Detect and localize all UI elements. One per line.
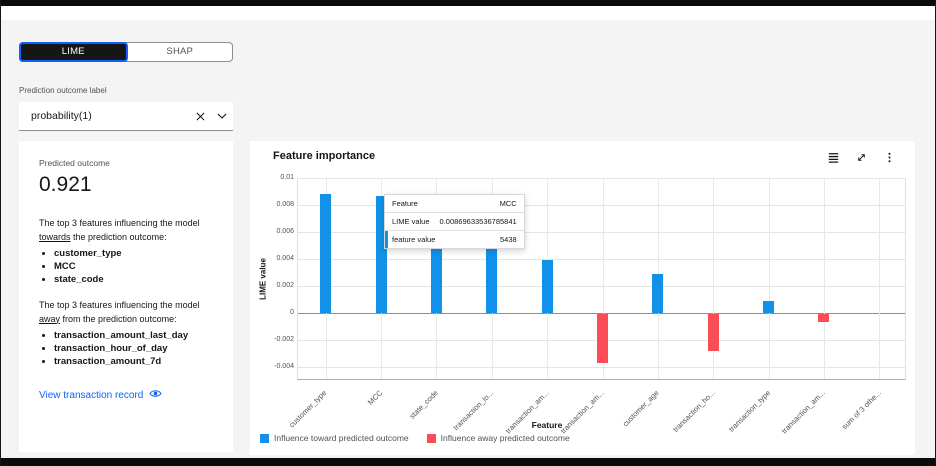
legend-swatch-icon bbox=[426, 433, 436, 443]
y-tick-label: 0.006 bbox=[276, 227, 294, 235]
x-tick-label: customer_type bbox=[287, 388, 329, 430]
bar-transaction_lo...[interactable] bbox=[486, 243, 498, 313]
prediction-outcome-label: Prediction outcome label bbox=[19, 86, 107, 95]
y-tick-label: -0.004 bbox=[274, 362, 294, 370]
chevron-down-icon[interactable] bbox=[211, 113, 233, 119]
x-tick-label: MCC bbox=[365, 388, 385, 407]
dropdown-selected-value: probability(1) bbox=[31, 110, 92, 122]
y-tick-label: -0.002 bbox=[274, 335, 294, 343]
feature-list-item: MCC bbox=[54, 261, 213, 272]
feature-list-item: transaction_amount_last_day bbox=[54, 330, 213, 341]
window-top-bar bbox=[1, 0, 935, 6]
chart-title: Feature importance bbox=[273, 150, 376, 162]
legend-item[interactable]: Influence away predicted outcome bbox=[426, 433, 570, 443]
tooltip-label: feature value bbox=[392, 235, 436, 244]
prediction-summary-card: Predicted outcome 0.921 The top 3 featur… bbox=[19, 141, 233, 452]
towards-description: The top 3 features influencing the model… bbox=[39, 218, 200, 242]
feature-importance-card: Feature importance LIME value 0.01 0.008… bbox=[250, 141, 915, 455]
legend-label: Influence away predicted outcome bbox=[440, 433, 570, 443]
app-window: LIME SHAP Prediction outcome label proba… bbox=[0, 0, 936, 466]
bar-transaction_am...[interactable] bbox=[597, 313, 608, 364]
tooltip-value: 5438 bbox=[500, 235, 517, 244]
maximize-icon[interactable] bbox=[851, 147, 871, 167]
x-axis-title: Feature bbox=[531, 420, 563, 430]
legend-label: Influence toward predicted outcome bbox=[274, 433, 409, 443]
tooltip-row-lime-value: LIME value 0.00869633536785841 bbox=[385, 213, 524, 231]
tooltip-label: LIME value bbox=[392, 217, 430, 226]
vertical-gridline bbox=[879, 178, 881, 379]
feature-list-item: transaction_hour_of_day bbox=[54, 343, 213, 354]
overflow-menu-icon[interactable] bbox=[879, 147, 899, 167]
prediction-outcome-dropdown[interactable]: probability(1) bbox=[19, 102, 233, 131]
horizontal-gridline bbox=[298, 366, 905, 368]
chart-legend: Influence toward predicted outcome Influe… bbox=[260, 433, 570, 443]
x-tick-label: transaction_ho... bbox=[670, 388, 717, 434]
feature-list-item: transaction_amount_7d bbox=[54, 356, 213, 367]
page-background: LIME SHAP Prediction outcome label proba… bbox=[1, 20, 935, 458]
horizontal-gridline bbox=[298, 258, 905, 260]
tooltip-value: 0.00869633536785841 bbox=[439, 217, 517, 226]
away-description: The top 3 features influencing the model… bbox=[39, 300, 200, 324]
x-tick-label: sum of 3 othe... bbox=[839, 388, 883, 432]
y-tick-label: 0 bbox=[290, 308, 294, 316]
y-tick-label: 0.002 bbox=[276, 281, 294, 289]
vertical-gridline bbox=[768, 178, 770, 379]
tooltip-label: Feature bbox=[392, 199, 418, 208]
feature-list-item: state_code bbox=[54, 274, 213, 285]
vertical-gridline bbox=[823, 178, 825, 379]
view-transaction-record-label: View transaction record bbox=[39, 389, 144, 401]
y-tick-label: 0.004 bbox=[276, 254, 294, 262]
horizontal-gridline bbox=[298, 178, 905, 179]
y-tick-label: 0.008 bbox=[276, 200, 294, 208]
x-tick-label: transaction_type bbox=[726, 388, 772, 434]
bar-state_code[interactable] bbox=[430, 238, 442, 313]
explainer-switcher: LIME SHAP bbox=[19, 42, 233, 62]
chart-toolbar bbox=[823, 147, 899, 167]
bar-customer_age[interactable] bbox=[652, 273, 664, 313]
legend-swatch-icon bbox=[260, 433, 269, 443]
y-tick-label: 0.01 bbox=[280, 174, 294, 181]
away-feature-list: transaction_amount_last_day transaction_h… bbox=[39, 330, 213, 367]
horizontal-gridline bbox=[298, 285, 905, 287]
data-table-icon[interactable] bbox=[823, 147, 843, 167]
predicted-outcome-label: Predicted outcome bbox=[39, 158, 110, 168]
feature-list-item: customer_type bbox=[54, 248, 213, 259]
chart-tooltip: Feature MCC LIME value 0.008696335367858… bbox=[384, 194, 525, 249]
tab-shap[interactable]: SHAP bbox=[128, 43, 233, 61]
bar-transaction_ho...[interactable] bbox=[707, 313, 719, 352]
x-tick-label: state_code bbox=[407, 388, 440, 421]
bar-transaction_type[interactable] bbox=[763, 300, 775, 313]
tab-lime[interactable]: LIME bbox=[19, 42, 128, 62]
tooltip-row-feature-value: feature value 5438 bbox=[385, 231, 524, 248]
towards-feature-list: customer_type MCC state_code bbox=[39, 248, 213, 285]
tooltip-value: MCC bbox=[499, 199, 517, 208]
x-tick-label: transaction_am... bbox=[780, 388, 828, 436]
eye-icon bbox=[149, 387, 162, 403]
bar-transaction_am...[interactable] bbox=[541, 260, 553, 313]
clear-selection-icon[interactable] bbox=[189, 112, 211, 121]
legend-item[interactable]: Influence toward predicted outcome bbox=[260, 433, 409, 443]
bar-transaction_am...[interactable] bbox=[818, 313, 830, 322]
bar-customer_type[interactable] bbox=[320, 194, 332, 313]
predicted-outcome-value: 0.921 bbox=[39, 173, 92, 196]
tooltip-row-feature: Feature MCC bbox=[385, 195, 524, 213]
window-bottom-bar bbox=[1, 458, 935, 466]
y-axis-title: LIME value bbox=[258, 258, 268, 300]
view-transaction-record-link[interactable]: View transaction record bbox=[39, 387, 213, 403]
